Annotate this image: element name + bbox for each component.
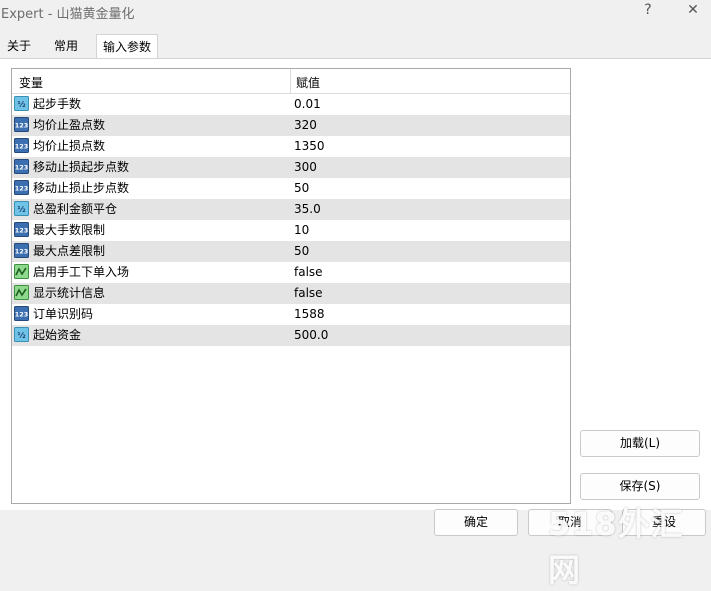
svg-text:123: 123 <box>15 227 29 235</box>
variable-cell: 123 均价止盈点数 <box>14 115 290 136</box>
variable-name: 起始资金 <box>33 328 82 342</box>
value-cell[interactable]: 300 <box>294 157 566 178</box>
variable-name: 起步手数 <box>33 97 82 111</box>
grid-rows: ½ 起步手数 0.01 123 均价止盈点数 320 123 均价止损点数 1350 123 移动止… <box>12 94 570 346</box>
table-row[interactable]: ½ 起步手数 0.01 <box>12 94 570 115</box>
123-int-icon: 123 <box>14 159 29 174</box>
value-cell[interactable]: 1588 <box>294 304 566 325</box>
variable-cell: ½ 起步手数 <box>14 94 290 115</box>
variable-cell: 显示统计信息 <box>14 283 290 304</box>
half-double-icon: ½ <box>14 96 29 111</box>
svg-text:123: 123 <box>15 122 29 130</box>
variable-cell: 123 移动止损起步点数 <box>14 157 290 178</box>
svg-text:123: 123 <box>15 164 29 172</box>
value-cell[interactable]: false <box>294 262 566 283</box>
header-variable[interactable]: 变量 <box>19 74 43 91</box>
value-cell[interactable]: 10 <box>294 220 566 241</box>
svg-text:½: ½ <box>17 204 25 214</box>
grid-header: 变量 赋值 <box>12 69 570 94</box>
variable-cell: ½ 总盈利金额平仓 <box>14 199 290 220</box>
table-row[interactable]: 123 移动止损止步点数 50 <box>12 178 570 199</box>
table-row[interactable]: 123 订单识别码 1588 <box>12 304 570 325</box>
parameters-grid: 变量 赋值 ½ 起步手数 0.01 123 均价止盈点数 320 123 均价止损点数 1350… <box>11 68 571 504</box>
half-double-icon: ½ <box>14 327 29 342</box>
bool-wave-icon <box>14 285 29 300</box>
variable-name: 均价止损点数 <box>33 139 106 153</box>
variable-name: 均价止盈点数 <box>33 118 106 132</box>
value-cell[interactable]: 320 <box>294 115 566 136</box>
tab-bar: 关于 常用 输入参数 <box>0 34 711 59</box>
table-row[interactable]: 显示统计信息 false <box>12 283 570 304</box>
variable-cell: 123 均价止损点数 <box>14 136 290 157</box>
svg-text:½: ½ <box>17 99 25 109</box>
value-cell[interactable]: 50 <box>294 178 566 199</box>
svg-text:123: 123 <box>15 311 29 319</box>
header-value[interactable]: 赋值 <box>296 74 320 91</box>
variable-cell: 123 最大点差限制 <box>14 241 290 262</box>
load-button[interactable]: 加载(L) <box>580 430 700 457</box>
value-cell[interactable]: 35.0 <box>294 199 566 220</box>
window-title: Expert - 山猫黄金量化 <box>1 7 135 22</box>
123-int-icon: 123 <box>14 306 29 321</box>
save-button[interactable]: 保存(S) <box>580 473 700 500</box>
123-int-icon: 123 <box>14 138 29 153</box>
value-cell[interactable]: 1350 <box>294 136 566 157</box>
variable-cell: 123 最大手数限制 <box>14 220 290 241</box>
table-row[interactable]: 启用手工下单入场 false <box>12 262 570 283</box>
bool-wave-icon <box>14 264 29 279</box>
table-row[interactable]: 123 移动止损起步点数 300 <box>12 157 570 178</box>
123-int-icon: 123 <box>14 117 29 132</box>
table-row[interactable]: 123 均价止盈点数 320 <box>12 115 570 136</box>
title-bar: Expert - 山猫黄金量化 ? ✕ <box>0 0 711 26</box>
variable-name: 最大点差限制 <box>33 244 106 258</box>
variable-name: 移动止损起步点数 <box>33 160 130 174</box>
value-cell[interactable]: 0.01 <box>294 94 566 115</box>
svg-text:123: 123 <box>15 248 29 256</box>
column-divider[interactable] <box>290 69 291 94</box>
tab-about[interactable]: 关于 <box>1 34 37 58</box>
variable-cell: 启用手工下单入场 <box>14 262 290 283</box>
svg-text:123: 123 <box>15 185 29 193</box>
help-button[interactable]: ? <box>631 0 665 22</box>
tab-common[interactable]: 常用 <box>48 34 84 58</box>
123-int-icon: 123 <box>14 222 29 237</box>
variable-cell: 123 订单识别码 <box>14 304 290 325</box>
variable-name: 显示统计信息 <box>33 286 106 300</box>
value-cell[interactable]: 50 <box>294 241 566 262</box>
variable-cell: 123 移动止损止步点数 <box>14 178 290 199</box>
variable-name: 订单识别码 <box>33 307 94 321</box>
variable-name: 最大手数限制 <box>33 223 106 237</box>
variable-name: 总盈利金额平仓 <box>33 202 118 216</box>
variable-cell: ½ 起始资金 <box>14 325 290 346</box>
close-button[interactable]: ✕ <box>676 0 710 22</box>
variable-name: 启用手工下单入场 <box>33 265 130 279</box>
table-row[interactable]: 123 最大手数限制 10 <box>12 220 570 241</box>
value-cell[interactable]: 500.0 <box>294 325 566 346</box>
watermark-logo: 518外汇网 <box>548 505 684 589</box>
table-row[interactable]: ½ 起始资金 500.0 <box>12 325 570 346</box>
table-row[interactable]: 123 均价止损点数 1350 <box>12 136 570 157</box>
tab-inputs[interactable]: 输入参数 <box>96 34 159 59</box>
table-row[interactable]: 123 最大点差限制 50 <box>12 241 570 262</box>
123-int-icon: 123 <box>14 243 29 258</box>
table-row[interactable]: ½ 总盈利金额平仓 35.0 <box>12 199 570 220</box>
variable-name: 移动止损止步点数 <box>33 181 130 195</box>
value-cell[interactable]: false <box>294 283 566 304</box>
ok-button[interactable]: 确定 <box>434 509 518 536</box>
svg-text:½: ½ <box>17 330 25 340</box>
half-double-icon: ½ <box>14 201 29 216</box>
svg-text:123: 123 <box>15 143 29 151</box>
123-int-icon: 123 <box>14 180 29 195</box>
